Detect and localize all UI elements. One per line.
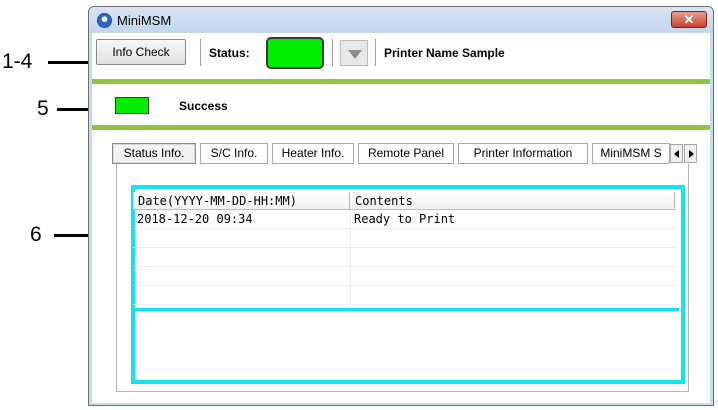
callout-label-1-4: 1-4 bbox=[2, 50, 33, 73]
info-check-button[interactable]: Info Check bbox=[96, 39, 186, 65]
app-logo-icon bbox=[97, 13, 112, 28]
list-detail-divider bbox=[133, 308, 679, 311]
callout-label-5: 5 bbox=[37, 97, 49, 120]
window-client-area: Info Check Status: Printer Name Sample S… bbox=[92, 33, 710, 403]
tab-minimsm-settings[interactable]: MiniMSM S bbox=[592, 143, 670, 164]
empty-row bbox=[133, 267, 675, 286]
tab-heater-info[interactable]: Heater Info. bbox=[272, 143, 354, 164]
tab-printer-information[interactable]: Printer Information bbox=[458, 143, 588, 164]
column-header-date[interactable]: Date(YYYY-MM-DD-HH:MM) bbox=[133, 192, 350, 210]
printer-name: Printer Name Sample bbox=[384, 46, 505, 60]
empty-row bbox=[133, 248, 675, 267]
status-indicator bbox=[266, 37, 324, 69]
tab-remote-panel[interactable]: Remote Panel bbox=[358, 143, 454, 164]
tab-scroll-right-button[interactable] bbox=[684, 144, 697, 163]
empty-row bbox=[133, 286, 675, 305]
tab-status-info[interactable]: Status Info. bbox=[112, 143, 196, 164]
table-row[interactable]: 2018-12-20 09:34 Ready to Print bbox=[133, 210, 675, 229]
chevron-down-icon bbox=[348, 50, 362, 59]
date-cell: 2018-12-20 09:34 bbox=[137, 212, 253, 226]
contents-cell: Ready to Print bbox=[354, 212, 456, 226]
column-gridline bbox=[350, 210, 351, 308]
status-label: Status: bbox=[209, 46, 250, 60]
app-window: MiniMSM ✕ Info Check Status: Printer Nam… bbox=[88, 6, 714, 406]
message-indicator bbox=[115, 97, 149, 114]
arrow-left-icon bbox=[674, 150, 679, 158]
status-green-bar bbox=[92, 79, 710, 84]
title-bar[interactable]: MiniMSM ✕ bbox=[89, 7, 713, 33]
empty-row bbox=[133, 229, 675, 248]
callout-label-6: 6 bbox=[30, 223, 42, 246]
printer-dropdown-button[interactable] bbox=[340, 40, 368, 66]
arrow-right-icon bbox=[689, 150, 694, 158]
window-title: MiniMSM bbox=[117, 13, 172, 28]
toolbar-separator bbox=[200, 39, 201, 66]
message-text: Success bbox=[179, 99, 228, 113]
column-header-contents[interactable]: Contents bbox=[350, 192, 675, 210]
toolbar-separator bbox=[332, 39, 333, 66]
tab-scroll-left-button[interactable] bbox=[670, 144, 683, 163]
tab-sc-info[interactable]: S/C Info. bbox=[200, 143, 268, 164]
message-green-bar bbox=[92, 125, 710, 130]
close-button[interactable]: ✕ bbox=[671, 11, 707, 28]
toolbar-separator bbox=[375, 39, 376, 66]
status-list[interactable]: Date(YYYY-MM-DD-HH:MM) Contents 2018-12-… bbox=[133, 188, 675, 308]
